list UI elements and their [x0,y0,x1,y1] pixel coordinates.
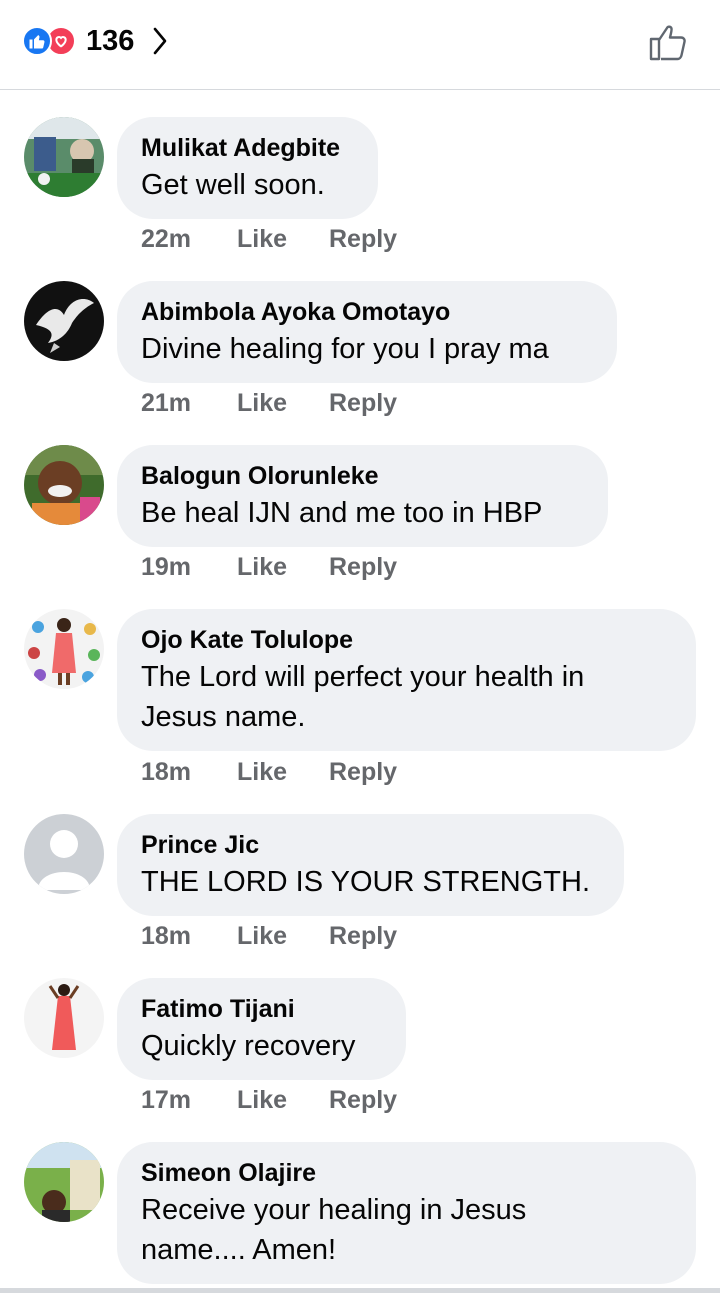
comment-actions: 17m Like Reply [141,1086,397,1115]
reactions-header: 136 [0,0,720,90]
commenter-name[interactable]: Balogun Olorunleke [141,459,584,493]
comment-bubble: Prince Jic THE LORD IS YOUR STRENGTH. [117,814,624,916]
reply-button[interactable]: Reply [329,225,397,254]
comment-text: Be heal IJN and me too in HBP [141,497,543,529]
comment-text: name.... Amen! [141,1234,337,1266]
avatar[interactable] [24,445,104,525]
comment-text: Receive your healing in Jesus [141,1194,527,1226]
commenter-name[interactable]: Simeon Olajire [141,1156,672,1190]
avatar[interactable] [24,281,104,361]
like-button[interactable]: Like [237,553,329,582]
comment-time: 19m [141,553,192,581]
comment-bubble: Balogun Olorunleke Be heal IJN and me to… [117,445,608,547]
comment-text: THE LORD IS YOUR STRENGTH. [141,866,591,898]
comment-actions: 18m Like Reply [141,922,397,951]
commenter-name[interactable]: Prince Jic [141,828,600,862]
commenter-name[interactable]: Mulikat Adegbite [141,131,354,165]
comment-bubble: Simeon Olajire Receive your healing in J… [117,1142,696,1284]
like-button[interactable]: Like [237,389,329,418]
comment-time: 22m [141,225,192,253]
reply-button[interactable]: Reply [329,389,397,418]
like-post-button[interactable] [646,20,690,64]
comment-text: Jesus name. [141,701,306,733]
comment-actions: 21m Like Reply [141,389,397,418]
divider [0,1288,720,1293]
reactions-summary[interactable]: 136 [22,24,168,58]
comment-actions: 18m Like Reply [141,758,397,787]
avatar[interactable] [24,117,104,197]
like-button[interactable]: Like [237,922,329,951]
comment-time: 18m [141,758,192,786]
comment-bubble: Mulikat Adegbite Get well soon. [117,117,378,219]
avatar[interactable] [24,1142,104,1222]
like-button[interactable]: Like [237,1086,329,1115]
comment-time: 18m [141,922,192,950]
comment-bubble: Ojo Kate Tolulope The Lord will perfect … [117,609,696,751]
comment-time: 17m [141,1086,192,1114]
comment-text: Divine healing for you I pray ma [141,333,549,365]
thumbs-up-icon [649,25,686,61]
comment-actions: 19m Like Reply [141,553,397,582]
comment-bubble: Fatimo Tijani Quickly recovery [117,978,406,1080]
comment-text: The Lord will perfect your health in [141,661,585,693]
comment-time: 21m [141,389,192,417]
reply-button[interactable]: Reply [329,922,397,951]
comment-bubble: Abimbola Ayoka Omotayo Divine healing fo… [117,281,617,383]
reply-button[interactable]: Reply [329,758,397,787]
reply-button[interactable]: Reply [329,1086,397,1115]
commenter-name[interactable]: Ojo Kate Tolulope [141,623,672,657]
like-button[interactable]: Like [237,758,329,787]
avatar[interactable] [24,978,104,1058]
comment-text: Quickly recovery [141,1030,356,1062]
avatar[interactable] [24,609,104,689]
comment-text: Get well soon. [141,169,325,201]
reply-button[interactable]: Reply [329,553,397,582]
commenter-name[interactable]: Abimbola Ayoka Omotayo [141,295,593,329]
avatar[interactable] [24,814,104,894]
commenter-name[interactable]: Fatimo Tijani [141,992,382,1026]
chevron-right-icon [152,26,168,56]
reaction-count: 136 [86,24,135,57]
comment-actions: 22m Like Reply [141,225,397,254]
like-button[interactable]: Like [237,225,329,254]
like-reaction-icon [22,26,52,56]
